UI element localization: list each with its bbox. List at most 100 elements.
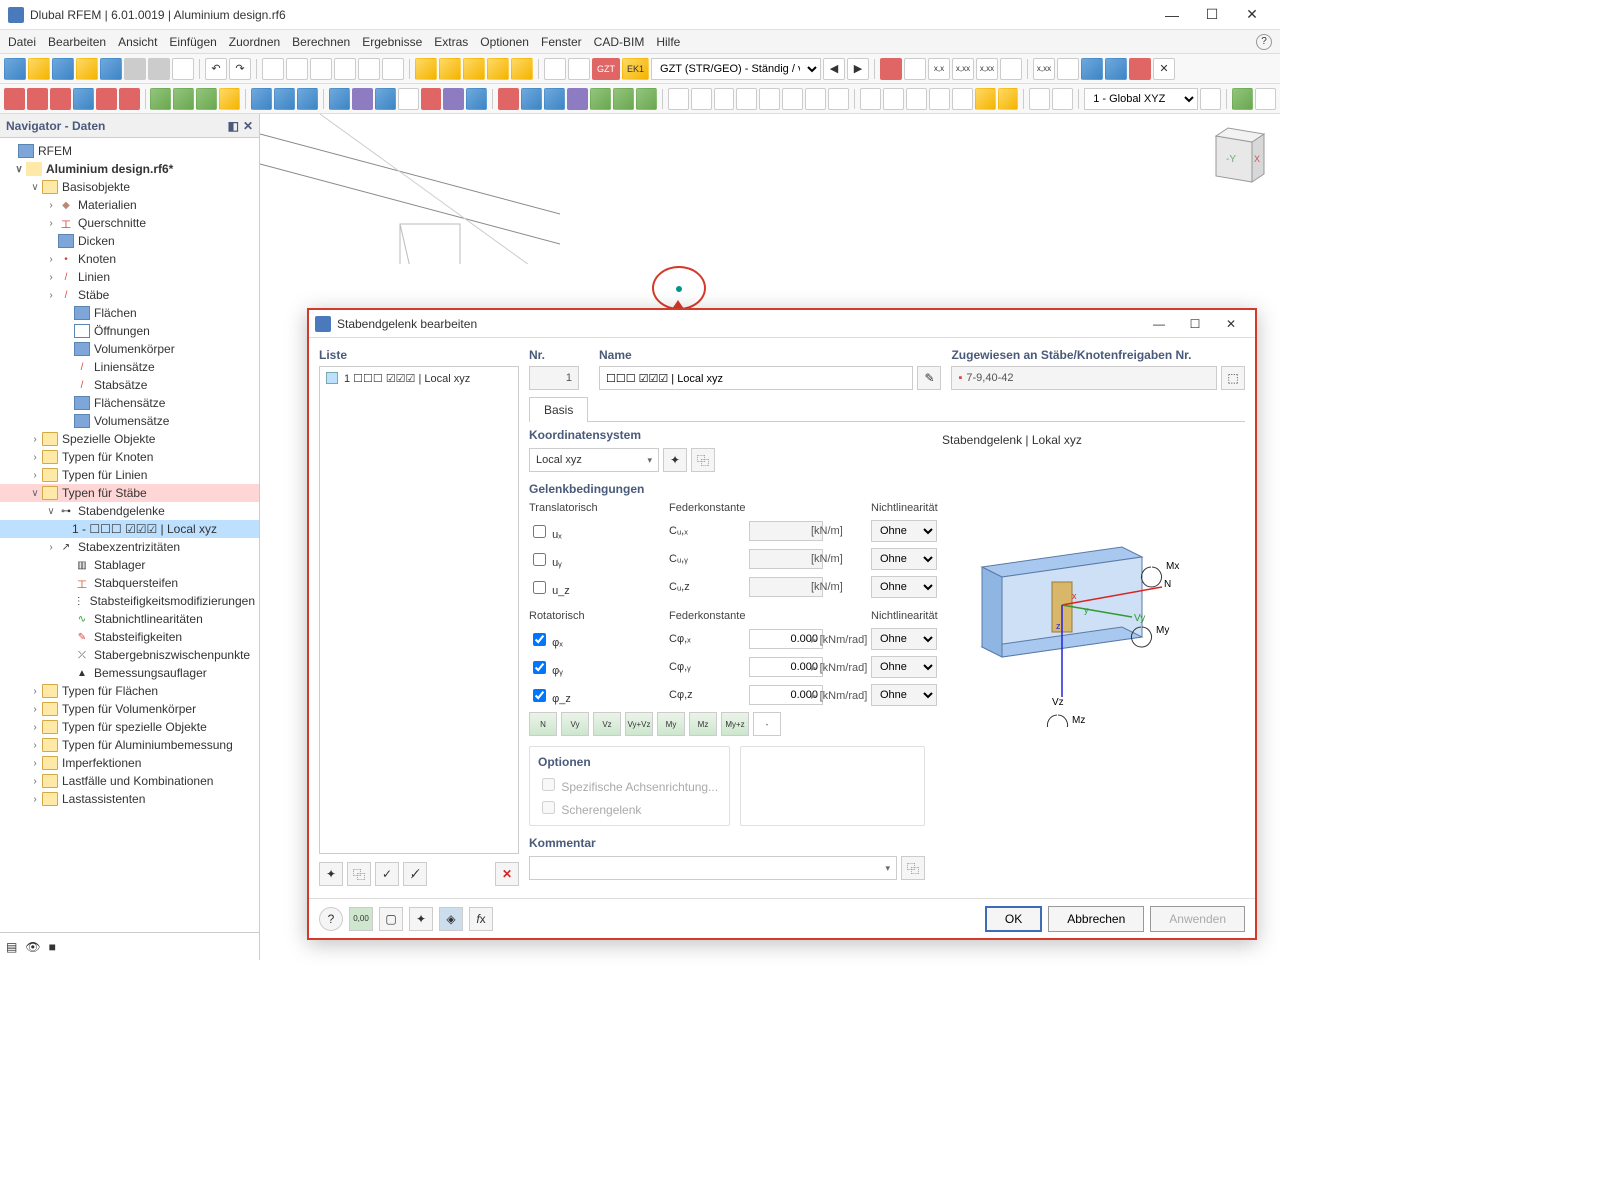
close-button[interactable]: ✕ (1232, 1, 1272, 29)
t2-45-icon[interactable] (1200, 88, 1221, 110)
ux-check[interactable] (533, 525, 546, 538)
tree-dicken[interactable]: Dicken (0, 232, 259, 250)
ux-nl-combo[interactable]: Ohne (871, 520, 937, 542)
tree-stabendgelenke[interactable]: ∨⊶Stabendgelenke (0, 502, 259, 520)
menu-fenster[interactable]: Fenster (541, 35, 582, 49)
tree-spezielle[interactable]: ›Spezielle Objekte (0, 430, 259, 448)
name-field[interactable] (599, 366, 913, 390)
stop-icon[interactable] (1129, 58, 1151, 80)
cancel-button[interactable]: Abbrechen (1048, 906, 1144, 932)
phiy-check[interactable] (533, 661, 546, 674)
tree-knoten[interactable]: ›Knoten (0, 250, 259, 268)
tree-liniensaetze[interactable]: Liniensätze (0, 358, 259, 376)
t2-2-icon[interactable] (27, 88, 48, 110)
preset-vyvz[interactable]: Vy+Vz (625, 712, 653, 736)
coord-combo[interactable]: 1 - Global XYZ (1084, 88, 1198, 110)
tree-linien[interactable]: ›Linien (0, 268, 259, 286)
t2-41-icon[interactable] (975, 88, 996, 110)
t2-9-icon[interactable] (196, 88, 217, 110)
zoom-all-icon[interactable] (463, 58, 485, 80)
list-delete-button[interactable]: ✕ (495, 862, 519, 886)
print-icon[interactable] (124, 58, 146, 80)
tree-volumen[interactable]: Volumenkörper (0, 340, 259, 358)
uz-nl-combo[interactable]: Ohne (871, 576, 937, 598)
t2-28-icon[interactable] (668, 88, 689, 110)
phiz-nl-combo[interactable]: Ohne (871, 684, 937, 706)
tree-oeffnungen[interactable]: Öffnungen (0, 322, 259, 340)
menu-berechnen[interactable]: Berechnen (292, 35, 350, 49)
kommentar-combo[interactable]: ▾ (529, 856, 897, 880)
t2-22-icon[interactable] (521, 88, 542, 110)
dim6-icon[interactable]: x,xx (1033, 58, 1055, 80)
t2-10-icon[interactable] (219, 88, 240, 110)
t2-38-icon[interactable] (906, 88, 927, 110)
menu-bearbeiten[interactable]: Bearbeiten (48, 35, 106, 49)
menu-einfuegen[interactable]: Einfügen (169, 35, 216, 49)
dim3-icon[interactable]: x,xx (952, 58, 974, 80)
dim7-icon[interactable] (1057, 58, 1079, 80)
t2-44-icon[interactable] (1052, 88, 1073, 110)
dim5-icon[interactable] (1000, 58, 1022, 80)
tree-volumensaetze[interactable]: Volumensätze (0, 412, 259, 430)
tree-imperf[interactable]: ›Imperfektionen (0, 754, 259, 772)
t2-29-icon[interactable] (691, 88, 712, 110)
goto-button[interactable]: ✦ (409, 907, 433, 931)
menu-hilfe[interactable]: Hilfe (656, 35, 680, 49)
menu-optionen[interactable]: Optionen (480, 35, 529, 49)
prev-icon[interactable]: ◀ (823, 58, 845, 80)
nav-tab3-icon[interactable]: ■ (49, 940, 56, 954)
color-button[interactable]: ▢ (379, 907, 403, 931)
table3-icon[interactable] (310, 58, 332, 80)
tree-typflaechen[interactable]: ›Typen für Flächen (0, 682, 259, 700)
tree-staebe[interactable]: ›Stäbe (0, 286, 259, 304)
tree-root[interactable]: RFEM (0, 142, 259, 160)
tab-basis[interactable]: Basis (529, 397, 588, 422)
t2-23-icon[interactable] (544, 88, 565, 110)
preset-mz[interactable]: Mz (689, 712, 717, 736)
ok-button[interactable]: OK (985, 906, 1042, 932)
t2-15-icon[interactable] (352, 88, 373, 110)
tree-typspez[interactable]: ›Typen für spezielle Objekte (0, 718, 259, 736)
t2-31-icon[interactable] (736, 88, 757, 110)
list-check-button[interactable]: ✓ (375, 862, 399, 886)
tree-bemessung[interactable]: ▲Bemessungsauflager (0, 664, 259, 682)
view2-icon[interactable] (568, 58, 590, 80)
help-icon[interactable]: ? (1256, 34, 1272, 50)
uy-check[interactable] (533, 553, 546, 566)
tree-typalu[interactable]: ›Typen für Aluminiumbemessung (0, 736, 259, 754)
t2-18-icon[interactable] (421, 88, 442, 110)
menu-ansicht[interactable]: Ansicht (118, 35, 157, 49)
tree-materialien[interactable]: ›◆Materialien (0, 196, 259, 214)
t2-33-icon[interactable] (782, 88, 803, 110)
loadcase-combo[interactable]: GZT (STR/GEO) - Ständig / v... (651, 58, 821, 80)
reload-icon[interactable] (52, 58, 74, 80)
tree-typvolumen[interactable]: ›Typen für Volumenkörper (0, 700, 259, 718)
preset-my[interactable]: My (657, 712, 685, 736)
t2-35-icon[interactable] (828, 88, 849, 110)
tree-stabsteif[interactable]: ✎Stabsteifigkeiten (0, 628, 259, 646)
t2-14-icon[interactable] (329, 88, 350, 110)
nav-tab1-icon[interactable]: ▤ (6, 940, 17, 954)
t2-32-icon[interactable] (759, 88, 780, 110)
phiz-check[interactable] (533, 689, 546, 702)
coord-new-button[interactable]: ✦ (663, 448, 687, 472)
next-icon[interactable]: ▶ (847, 58, 869, 80)
tree-lastass[interactable]: ›Lastassistenten (0, 790, 259, 808)
t2-11-icon[interactable] (251, 88, 272, 110)
ek1-badge[interactable]: EK1 (622, 58, 649, 80)
tree-typlinien[interactable]: ›Typen für Linien (0, 466, 259, 484)
navigator-tree[interactable]: RFEM ∨Aluminium design.rf6* ∨Basisobjekt… (0, 138, 259, 932)
tree-stabexz[interactable]: ›↗Stabexzentrizitäten (0, 538, 259, 556)
list-item-1[interactable]: 1 ☐☐☐ ☑☑☑ | Local xyz (320, 367, 518, 389)
t2-39-icon[interactable] (929, 88, 950, 110)
nav-tab2-icon[interactable]: 👁 (25, 940, 40, 954)
t2-19-icon[interactable] (443, 88, 464, 110)
preset-clear[interactable]: - (753, 712, 781, 736)
dim2-icon[interactable]: x,x (928, 58, 950, 80)
kommentar-edit-button[interactable]: ⿻ (901, 856, 925, 880)
assigned-pick-button[interactable]: ⬚ (1221, 366, 1245, 390)
t2-7-icon[interactable] (150, 88, 171, 110)
preset-vz[interactable]: Vz (593, 712, 621, 736)
calc-icon[interactable] (358, 58, 380, 80)
uy-nl-combo[interactable]: Ohne (871, 548, 937, 570)
